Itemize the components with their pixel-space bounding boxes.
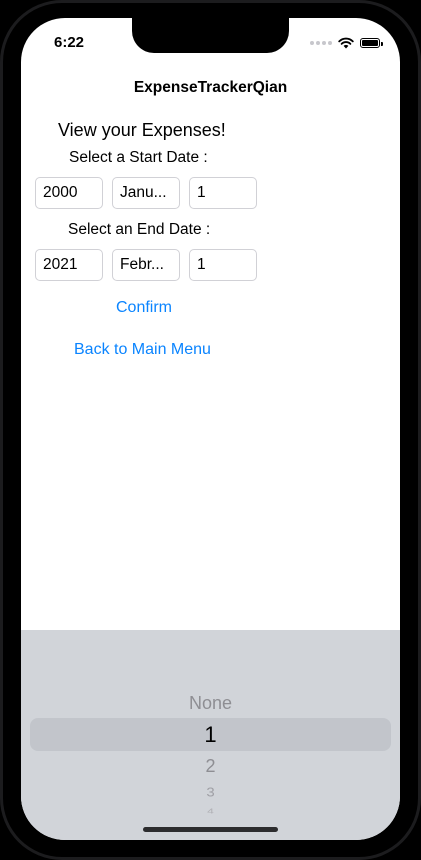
status-time: 6:22	[54, 34, 85, 51]
picker-option-3[interactable]: 3	[21, 785, 400, 799]
status-icons	[310, 37, 383, 49]
cellular-signal-icon	[310, 41, 332, 45]
end-month-field[interactable]: Febr...	[112, 249, 180, 281]
confirm-button[interactable]: Confirm	[116, 299, 172, 317]
screen: 6:22 ExpenseTrackerQian View your Expens…	[21, 18, 400, 840]
start-year-field[interactable]: 2000	[35, 177, 103, 209]
start-month-field[interactable]: Janu...	[112, 177, 180, 209]
device-frame: 6:22 ExpenseTrackerQian View your Expens…	[0, 0, 421, 860]
end-date-label: Select an End Date :	[68, 221, 211, 238]
picker-option-none[interactable]: None	[21, 693, 400, 714]
home-indicator[interactable]	[143, 827, 278, 832]
picker-option-4[interactable]: 4	[21, 807, 400, 815]
wifi-icon	[338, 37, 354, 49]
start-day-field[interactable]: 1	[189, 177, 257, 209]
battery-icon	[360, 38, 383, 48]
picker-option-selected[interactable]: 1	[21, 722, 400, 748]
nav-title: ExpenseTrackerQian	[133, 79, 288, 96]
back-to-main-menu-button[interactable]: Back to Main Menu	[74, 341, 211, 359]
start-date-label: Select a Start Date :	[69, 149, 208, 166]
end-year-field[interactable]: 2021	[35, 249, 103, 281]
day-picker[interactable]: None 1 2 3 4	[21, 630, 400, 840]
notch	[132, 18, 289, 53]
end-day-field[interactable]: 1	[189, 249, 257, 281]
page-heading: View your Expenses!	[58, 120, 226, 140]
picker-option-2[interactable]: 2	[21, 756, 400, 777]
